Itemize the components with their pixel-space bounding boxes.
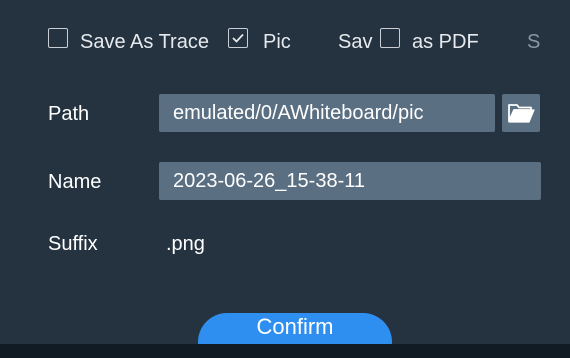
path-label: Path: [48, 103, 90, 125]
name-field[interactable]: 2023-06-26_15-38-11: [159, 162, 541, 200]
bottom-edge: [0, 344, 570, 358]
save-as-pdf-label-left[interactable]: Sav: [338, 30, 372, 54]
save-as-pdf-label-right[interactable]: as PDF: [412, 30, 479, 54]
browse-folder-button[interactable]: [502, 94, 540, 132]
path-field[interactable]: emulated/0/AWhiteboard/pic: [159, 94, 495, 132]
suffix-label: Suffix: [48, 233, 98, 255]
partial-option-label[interactable]: S: [527, 30, 540, 54]
folder-open-icon: [508, 104, 535, 123]
checkmark-icon: [232, 33, 244, 43]
confirm-label: Confirm: [256, 314, 334, 339]
confirm-button[interactable]: Confirm: [198, 313, 392, 344]
pic-label[interactable]: Pic: [263, 30, 291, 54]
save-as-pdf-checkbox[interactable]: [380, 28, 400, 48]
name-label: Name: [48, 171, 102, 193]
save-dialog: Save As Trace Pic Sav as PDF S Path emul…: [0, 0, 570, 344]
save-as-trace-label[interactable]: Save As Trace: [80, 30, 209, 54]
save-as-trace-checkbox[interactable]: [48, 28, 68, 48]
suffix-value: .png: [166, 233, 205, 255]
pic-checkbox[interactable]: [228, 28, 248, 48]
